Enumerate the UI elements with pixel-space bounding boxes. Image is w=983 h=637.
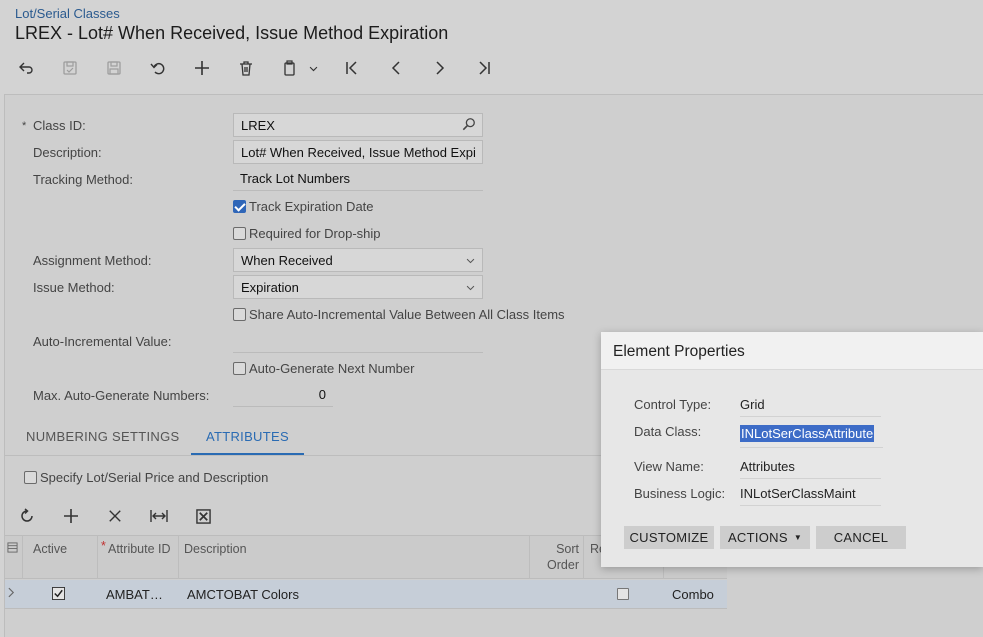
previous-icon[interactable] — [382, 56, 410, 80]
cancel-button[interactable]: CANCEL — [816, 526, 906, 549]
share-auto-checkbox[interactable]: Share Auto-Incremental Value Between All… — [233, 307, 565, 322]
caret-down-icon: ▼ — [793, 533, 803, 542]
track-expiration-label: Track Expiration Date — [249, 199, 374, 214]
max-auto-field[interactable]: 0 — [233, 383, 333, 407]
checkbox-checked-icon[interactable] — [233, 200, 246, 213]
checkbox-icon[interactable] — [24, 471, 37, 484]
element-properties-dialog: Element Properties Control Type: Grid Da… — [601, 332, 983, 567]
row-selector-icon[interactable] — [5, 535, 23, 579]
required-mark: * — [101, 539, 106, 553]
fit-columns-icon[interactable] — [147, 505, 171, 527]
save-icon[interactable] — [100, 56, 128, 80]
add-icon[interactable] — [188, 56, 216, 80]
control-type-label: Control Type: — [634, 397, 712, 412]
cancel-icon[interactable] — [144, 56, 172, 80]
col-attribute-id-label: Attribute ID — [108, 542, 171, 556]
row-attribute-id[interactable]: AMBAT… — [106, 587, 163, 602]
customize-button[interactable]: CUSTOMIZE — [624, 526, 714, 549]
row-active-checkbox[interactable] — [52, 587, 65, 603]
col-sort-order[interactable]: Sort Order — [530, 535, 584, 579]
chevron-down-icon[interactable] — [300, 56, 326, 80]
add-row-icon[interactable] — [59, 505, 83, 527]
class-id-label: Class ID: — [33, 118, 86, 133]
data-class-value[interactable]: INLotSerClassAttribute — [740, 425, 875, 442]
class-id-field[interactable]: LREX — [233, 113, 483, 137]
chevron-down-icon[interactable] — [465, 279, 476, 296]
next-icon[interactable] — [426, 56, 454, 80]
data-class-field[interactable]: INLotSerClassAttribute — [740, 424, 883, 448]
row-required-checkbox[interactable] — [617, 588, 629, 603]
description-field[interactable]: Lot# When Received, Issue Method Expi — [233, 140, 483, 164]
checkbox-icon[interactable] — [617, 588, 629, 600]
business-logic-value: INLotSerClassMaint — [740, 486, 881, 506]
col-description[interactable]: Description — [179, 535, 530, 579]
track-expiration-checkbox[interactable]: Track Expiration Date — [233, 199, 374, 214]
auto-generate-checkbox[interactable]: Auto-Generate Next Number — [233, 361, 414, 376]
col-attribute-id[interactable]: * Attribute ID — [98, 535, 179, 579]
col-active[interactable]: Active — [23, 535, 98, 579]
required-mark: * — [22, 120, 27, 132]
last-icon[interactable] — [470, 56, 498, 80]
share-auto-label: Share Auto-Incremental Value Between All… — [249, 307, 565, 322]
delete-row-icon[interactable] — [103, 505, 127, 527]
view-name-label: View Name: — [634, 459, 704, 474]
chevron-down-icon[interactable] — [465, 252, 476, 269]
refresh-icon[interactable] — [15, 505, 39, 527]
breadcrumb[interactable]: Lot/Serial Classes — [15, 6, 120, 21]
assignment-method-value: When Received — [241, 253, 333, 268]
required-dropship-checkbox[interactable]: Required for Drop-ship — [233, 226, 381, 241]
first-icon[interactable] — [338, 56, 366, 80]
issue-method-select[interactable]: Expiration — [233, 275, 483, 299]
issue-method-value: Expiration — [241, 280, 299, 295]
class-id-value: LREX — [241, 118, 275, 133]
dialog-title: Element Properties — [601, 332, 983, 370]
issue-method-label: Issue Method: — [33, 280, 115, 295]
assignment-method-label: Assignment Method: — [33, 253, 152, 268]
specify-price-checkbox[interactable]: Specify Lot/Serial Price and Description — [24, 470, 268, 485]
undo-back-icon[interactable] — [12, 56, 40, 80]
required-dropship-label: Required for Drop-ship — [249, 226, 381, 241]
search-icon[interactable] — [462, 117, 476, 134]
checkbox-icon[interactable] — [233, 308, 246, 321]
actions-button[interactable]: ACTIONS ▼ — [720, 526, 810, 549]
control-type-value: Grid — [740, 397, 881, 417]
export-excel-icon[interactable] — [191, 505, 215, 527]
description-label: Description: — [33, 145, 102, 160]
auto-incremental-field[interactable] — [233, 329, 483, 353]
row-expand-icon[interactable] — [8, 586, 15, 601]
tracking-method-value: Track Lot Numbers — [233, 167, 483, 191]
auto-generate-label: Auto-Generate Next Number — [249, 361, 415, 376]
actions-label: ACTIONS — [727, 530, 788, 545]
save-close-icon[interactable] — [56, 56, 84, 80]
page-title: LREX - Lot# When Received, Issue Method … — [15, 23, 449, 43]
delete-icon[interactable] — [232, 56, 260, 80]
view-name-value: Attributes — [740, 459, 881, 479]
checkbox-icon[interactable] — [233, 362, 246, 375]
tab-numbering-settings[interactable]: NUMBERING SETTINGS — [26, 422, 179, 456]
specify-price-label: Specify Lot/Serial Price and Description — [40, 470, 269, 485]
data-class-label: Data Class: — [634, 424, 702, 439]
assignment-method-select[interactable]: When Received — [233, 248, 483, 272]
business-logic-label: Business Logic: — [634, 486, 726, 501]
checkbox-icon[interactable] — [233, 227, 246, 240]
row-control-type[interactable]: Combo — [672, 587, 714, 602]
row-description[interactable]: AMCTOBAT Colors — [187, 587, 299, 602]
auto-incremental-label: Auto-Incremental Value: — [33, 334, 172, 349]
max-auto-label: Max. Auto-Generate Numbers: — [33, 388, 210, 403]
tracking-method-label: Tracking Method: — [33, 172, 133, 187]
tab-attributes[interactable]: ATTRIBUTES — [191, 422, 304, 456]
